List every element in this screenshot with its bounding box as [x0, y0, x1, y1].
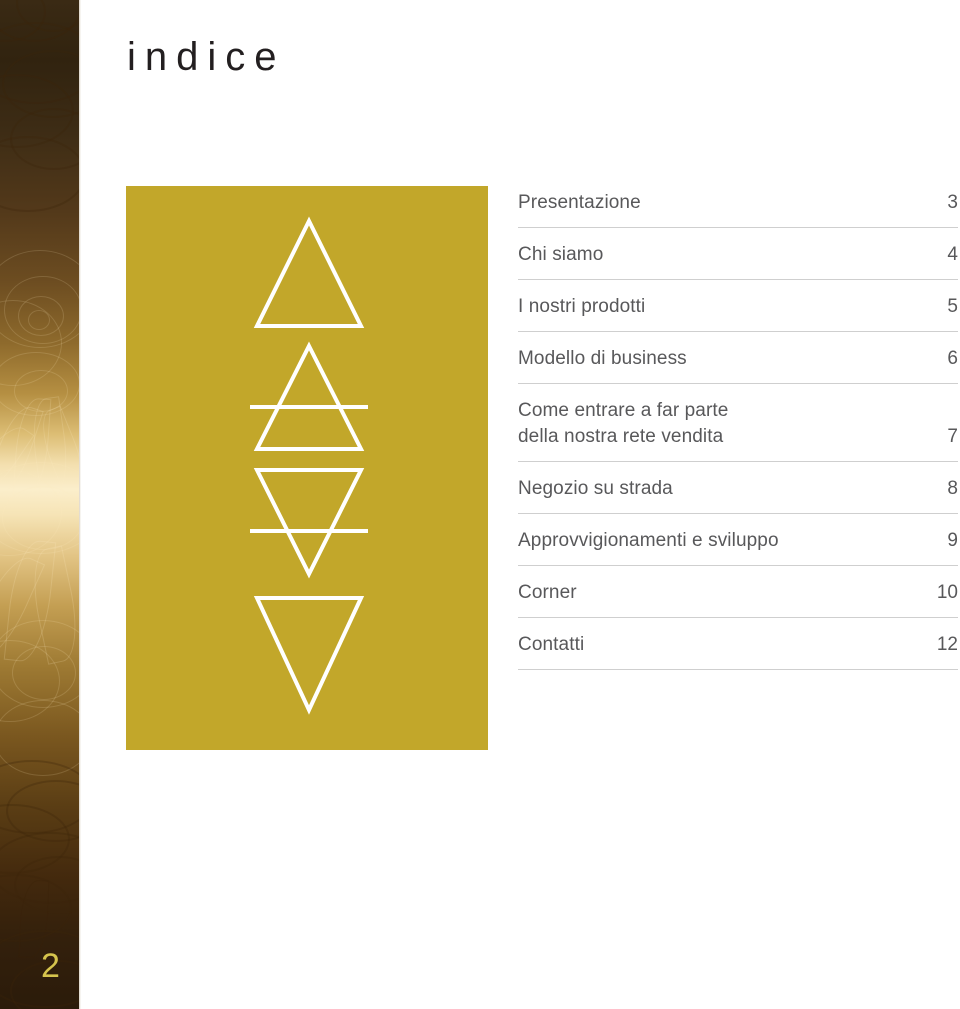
- toc-row[interactable]: Presentazione 3: [518, 176, 958, 228]
- toc-row[interactable]: Come entrare a far parte della nostra re…: [518, 384, 958, 462]
- alchemical-fire-symbol: [253, 216, 365, 328]
- toc-row[interactable]: Chi siamo 4: [518, 228, 958, 280]
- page-title: indice: [127, 35, 286, 79]
- alchemical-water-symbol: [253, 596, 365, 715]
- toc-entry-label: Presentazione: [518, 192, 641, 213]
- page-number: 2: [41, 947, 60, 985]
- toc-entry-page-number: 8: [947, 478, 958, 499]
- toc-row[interactable]: I nostri prodotti 5: [518, 280, 958, 332]
- toc-entry-label: Negozio su strada: [518, 478, 673, 499]
- toc-entry-label: Come entrare a far parte della nostra re…: [518, 400, 729, 447]
- toc-entry-label: Corner: [518, 582, 577, 603]
- band-edge-shadow: [79, 0, 81, 1009]
- toc-entry-page-number: 12: [936, 634, 958, 655]
- toc-entry-label: I nostri prodotti: [518, 296, 646, 317]
- toc-entry-label: Approvvigionamenti e sviluppo: [518, 530, 779, 551]
- toc-entry-page-number: 5: [947, 296, 958, 317]
- alchemical-air-symbol: [250, 341, 368, 451]
- toc-row[interactable]: Corner 10: [518, 566, 958, 618]
- table-of-contents: Presentazione 3 Chi siamo 4 I nostri prodott…: [518, 176, 958, 670]
- toc-entry-page-number: 3: [947, 192, 958, 213]
- toc-row[interactable]: Contatti 12: [518, 618, 958, 670]
- illustration-panel: [126, 186, 488, 750]
- toc-entry-page-number: 4: [947, 244, 958, 265]
- alchemical-earth-symbol: [250, 468, 368, 579]
- toc-entry-page-number: 7: [947, 426, 958, 447]
- toc-entry-label: Modello di business: [518, 348, 687, 369]
- toc-row[interactable]: Modello di business 6: [518, 332, 958, 384]
- toc-entry-page-number: 10: [936, 582, 958, 603]
- alchemical-symbols-group: [250, 216, 368, 715]
- toc-row[interactable]: Negozio su strada 8: [518, 462, 958, 514]
- toc-entry-page-number: 6: [947, 348, 958, 369]
- toc-row[interactable]: Approvvigionamenti e sviluppo 9: [518, 514, 958, 566]
- toc-entry-page-number: 9: [947, 530, 958, 551]
- decorative-gold-band: 2: [0, 0, 79, 1009]
- toc-entry-label: Chi siamo: [518, 244, 604, 265]
- toc-entry-label: Contatti: [518, 634, 585, 655]
